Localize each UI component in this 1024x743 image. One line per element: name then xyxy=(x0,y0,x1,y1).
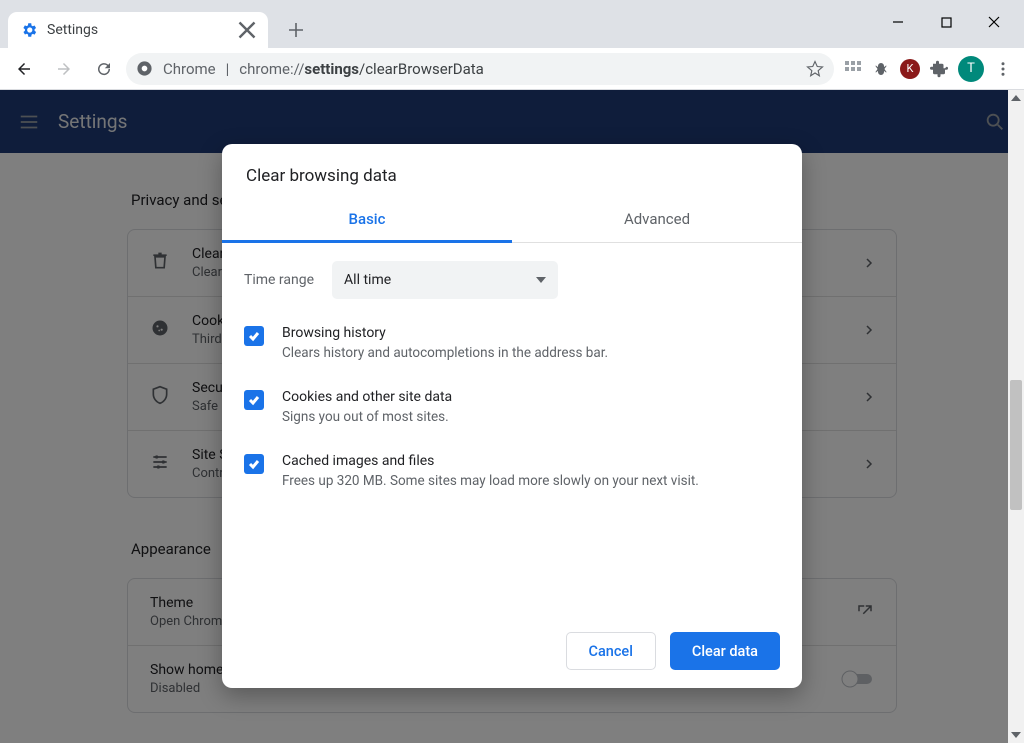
cancel-button[interactable]: Cancel xyxy=(566,632,656,670)
back-button[interactable] xyxy=(6,51,42,87)
gear-icon xyxy=(20,21,38,39)
extension-k-icon[interactable]: K xyxy=(900,59,920,79)
option-browsing-history[interactable]: Browsing historyClears history and autoc… xyxy=(244,325,780,361)
window-minimize-button[interactable] xyxy=(874,6,922,38)
vertical-scrollbar[interactable] xyxy=(1008,90,1024,743)
window-maximize-button[interactable] xyxy=(922,6,970,38)
time-range-label: Time range xyxy=(244,272,314,288)
url-origin-label: Chrome xyxy=(163,60,216,78)
apps-icon[interactable] xyxy=(844,60,862,78)
reload-button[interactable] xyxy=(86,51,122,87)
kebab-menu-icon[interactable] xyxy=(994,60,1012,78)
new-tab-button[interactable] xyxy=(282,16,310,44)
scrollbar-thumb[interactable] xyxy=(1010,380,1022,510)
forward-button[interactable] xyxy=(46,51,82,87)
option-cache[interactable]: Cached images and filesFrees up 320 MB. … xyxy=(244,453,780,489)
close-tab-icon[interactable] xyxy=(238,21,256,39)
browser-toolbar: Chrome | chrome://settings/clearBrowserD… xyxy=(0,48,1024,90)
chevron-down-icon xyxy=(536,277,546,283)
clear-browsing-data-dialog: Clear browsing data Basic Advanced Time … xyxy=(222,144,802,688)
tab-strip: Settings xyxy=(0,12,310,48)
dialog-title: Clear browsing data xyxy=(222,144,802,200)
option-cookies[interactable]: Cookies and other site dataSigns you out… xyxy=(244,389,780,425)
tab-title: Settings xyxy=(47,22,98,38)
profile-avatar[interactable]: T xyxy=(958,56,984,82)
extensions-strip: K T xyxy=(844,56,1012,82)
tab-advanced[interactable]: Advanced xyxy=(512,200,802,242)
puzzle-icon[interactable] xyxy=(930,60,948,78)
checkbox-checked-icon[interactable] xyxy=(244,390,264,410)
address-bar[interactable]: Chrome | chrome://settings/clearBrowserD… xyxy=(126,53,834,85)
time-range-select[interactable]: All time xyxy=(332,261,558,299)
browser-tab-settings[interactable]: Settings xyxy=(8,12,268,48)
tab-basic[interactable]: Basic xyxy=(222,200,512,243)
window-controls xyxy=(874,6,1018,38)
dialog-tabs: Basic Advanced xyxy=(222,200,802,243)
time-range-value: All time xyxy=(344,272,391,288)
url-text: chrome://settings/clearBrowserData xyxy=(239,60,484,78)
star-icon[interactable] xyxy=(806,60,824,78)
window-titlebar: Settings xyxy=(0,0,1024,48)
chrome-icon xyxy=(136,60,153,77)
checkbox-checked-icon[interactable] xyxy=(244,454,264,474)
window-close-button[interactable] xyxy=(970,6,1018,38)
clear-data-button[interactable]: Clear data xyxy=(670,632,780,670)
checkbox-checked-icon[interactable] xyxy=(244,326,264,346)
bug-icon[interactable] xyxy=(872,60,890,78)
